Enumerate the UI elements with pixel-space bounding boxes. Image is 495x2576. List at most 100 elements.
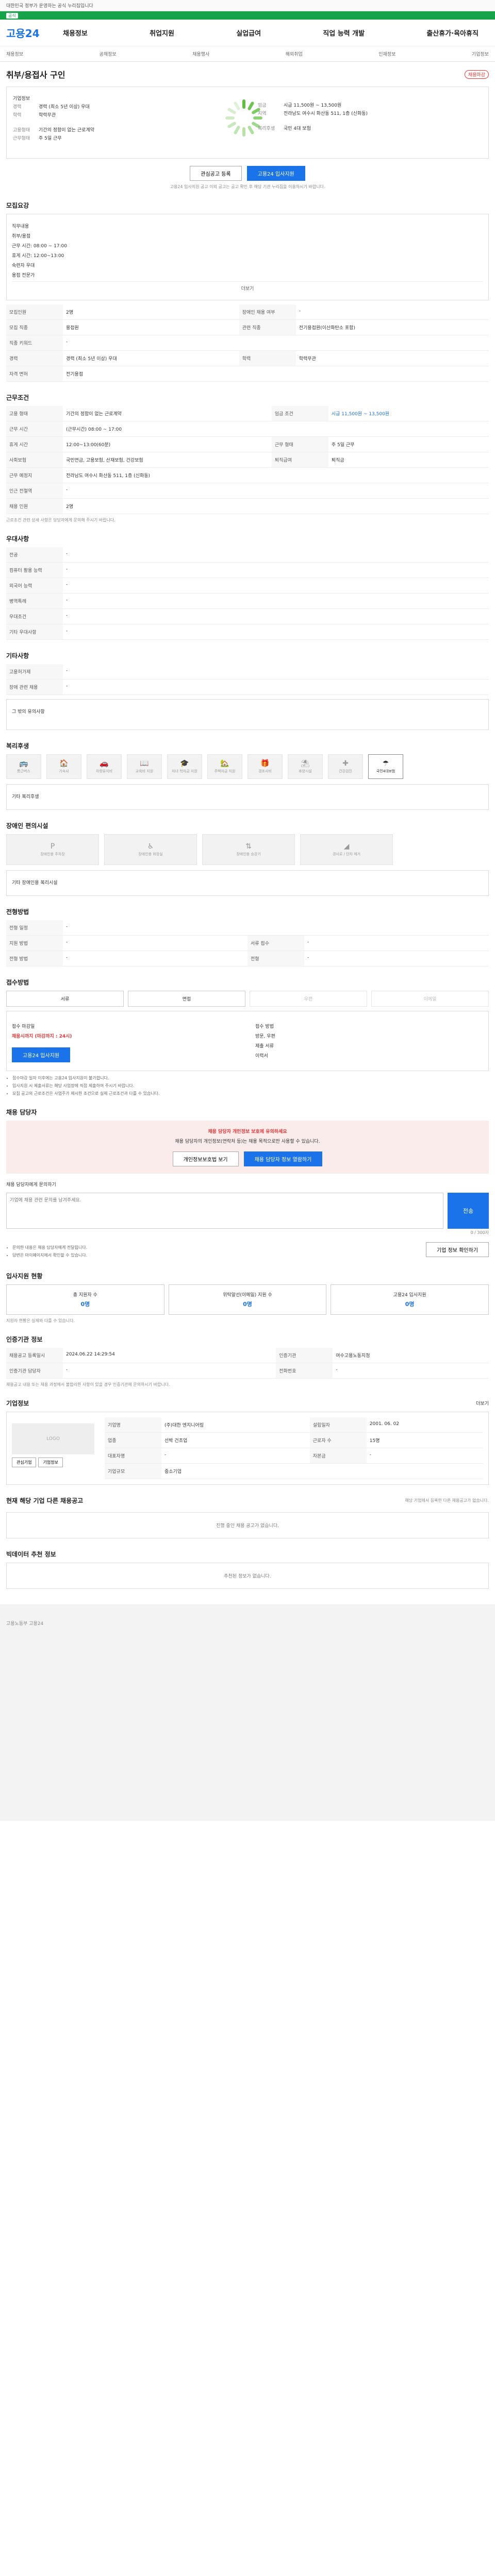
welfare-item: 🏠 기숙사: [46, 754, 81, 779]
company-more-link[interactable]: 더보기: [476, 1400, 489, 1406]
summary-field: 학력 학력무관: [13, 113, 56, 118]
health-icon: ✚: [342, 759, 349, 768]
apply-button-2[interactable]: 고용24 입사지원: [12, 1047, 71, 1062]
book-icon: 📖: [140, 759, 149, 768]
table-row: 기타 우대사항 -: [6, 624, 489, 640]
subnav-item[interactable]: 채용정보: [6, 50, 23, 57]
privacy-warning: 채용 담당자 개인정보 보호에 유의하세요 채용 담당자의 개인정보(연락처 등…: [6, 1121, 489, 1174]
graduation-icon: 🎓: [180, 759, 189, 768]
table-row: 기업명 (주)대한 엔지니어링 설립일자 2001. 06. 02: [105, 1417, 483, 1433]
fav-company-button[interactable]: 관심기업: [12, 1458, 37, 1467]
gnb-item-training[interactable]: 직업 능력 개발: [323, 28, 365, 38]
job-summary: 기업정보 경력 경력 (최소 5년 이상) 우대 학력 학력무관 고용형태 기간의 정…: [6, 87, 489, 159]
company-info-button[interactable]: 기업정보: [38, 1458, 63, 1467]
table-row: 휴게 시간 12:00~13:00(60분) 근무 형태 주 5일 근무: [6, 436, 489, 452]
table-row: 전형 방법 - 전형 -: [6, 951, 489, 967]
subnav-item[interactable]: 해외취업: [286, 50, 303, 57]
site-logo[interactable]: 고용24: [6, 25, 63, 40]
gnb-item-benefits[interactable]: 실업급여: [236, 28, 261, 38]
stat-total: 총 지원자 수 0명: [6, 1284, 164, 1315]
note-item: 문의한 내용은 채용 담당자에게 전달됩니다.: [12, 1245, 87, 1250]
duty-label: 직무내용: [12, 224, 29, 229]
duty-line: 휴게 시간: 12:00~13:00: [12, 253, 64, 259]
top-notice-text: 대한민국 정부가 운영하는 공식 누리집입니다: [6, 4, 93, 9]
welfare-item: 🎓 자녀 학자금 지원: [167, 754, 202, 779]
view-contact-button[interactable]: 채용 담당자 정보 열람하기: [243, 1151, 323, 1166]
table-row: 모집 직종 용접원 관련 직종 전기용접원(이산화탄소 포함): [6, 319, 489, 335]
table-row: 장애 관련 채용 -: [6, 679, 489, 695]
apply-method-value: 방문, 우편: [255, 1034, 275, 1039]
deadline-value: 채용시까지 (마감까지 : 24시): [12, 1034, 72, 1039]
prefer-table: 전공 - 컴퓨터 활용 능력 - 외국어 능력 - 병역특례 - 우대조건 - 기타 우대…: [6, 547, 489, 640]
gnb-item-support[interactable]: 취업지원: [150, 28, 174, 38]
welfare-item: 🎁 경조사비: [248, 754, 283, 779]
footer-text: 고용노동부 고용24: [6, 1621, 44, 1626]
conditions-footnote: 근로조건 관련 상세 사항은 담당자에게 문의해 주시기 바랍니다.: [6, 518, 116, 522]
facility-item: P 장애인용 주차장: [6, 834, 99, 865]
deadline-label: 접수 마감일: [12, 1024, 35, 1029]
welfare-other-label: 기타 복리후생: [12, 794, 39, 800]
subnav-item[interactable]: 채용행사: [192, 50, 209, 57]
subnav-item[interactable]: 기업정보: [472, 50, 489, 57]
welfare-item: 🏡 주택자금 지원: [207, 754, 242, 779]
welfare-other-box: 기타 복리후생: [6, 784, 489, 810]
process-table: 전형 일정 - 지원 방법 - 서류 접수 - 전형 방법 - 전형 -: [6, 920, 489, 967]
elevator-icon: ⇅: [245, 842, 252, 851]
welfare-icons: 🚌 통근버스 🏠 기숙사 🚗 차량유지비 📖 교육비 지원 🎓 자녀 학자금 지원 🏡 주택…: [6, 754, 489, 779]
qna-form: 전송: [6, 1193, 489, 1229]
method-post: 우편: [250, 991, 367, 1007]
table-row: 지원 방법 - 서류 접수 -: [6, 935, 489, 951]
stat-online: 고용24 입사지원 0명: [331, 1284, 489, 1315]
section-title-disability: 장애인 편의시설: [6, 822, 48, 829]
table-row: 대표자명 - 자본금 -: [105, 1448, 483, 1464]
qna-send-button[interactable]: 전송: [448, 1193, 489, 1229]
table-row: 모집인원 2명 장애인 채용 여부 -: [6, 304, 489, 320]
job-title: 취부/용접사 구인: [6, 70, 65, 80]
section-title-recommend: 빅데이터 추천 정보: [6, 1551, 56, 1558]
gnb-item-leave[interactable]: 출산휴가·육아휴직: [426, 28, 478, 38]
stats-row: 총 지원자 수 0명 위탁알선(이메일) 지원 수 0명 고용24 입사지원 0명: [6, 1284, 489, 1315]
similar-empty: 진행 중인 채용 공고가 없습니다.: [6, 1512, 489, 1538]
section-title-stats: 입사지원 현황: [6, 1273, 43, 1280]
section-title-welfare: 복리후생: [6, 742, 29, 750]
top-notice-bar: 대한민국 정부가 운영하는 공식 누리집입니다: [0, 0, 495, 11]
car-icon: 🚗: [100, 759, 109, 768]
table-row: 고용 형태 기간의 정함이 없는 근로계약 임금 조건 시급 11,500원 ~ 13…: [6, 406, 489, 421]
table-row: 컴퓨터 활용 능력 -: [6, 562, 489, 578]
note-item: 접수마감 일자 이후에는 고용24 입사지원이 불가합니다.: [12, 1075, 489, 1081]
apply-button[interactable]: 고용24 입사지원: [246, 166, 305, 181]
table-row: 외국어 능력 -: [6, 578, 489, 594]
company-table: 기업명 (주)대한 엔지니어링 설립일자 2001. 06. 02 업종 선박 건조업 근…: [105, 1417, 483, 1479]
etc-table: 고용허가제 - 장애 관련 채용 -: [6, 664, 489, 695]
table-row: 채용공고 등록일시 2024.06.22 14:29:54 인증기관 여수고용노동지청: [6, 1348, 489, 1363]
subnav-item[interactable]: 공채정보: [100, 50, 117, 57]
duty-line: 취부/용접: [12, 234, 31, 239]
table-row: 인근 전철역 -: [6, 483, 489, 499]
table-row: 업종 선박 건조업 근로자 수 15명: [105, 1432, 483, 1448]
subnav-item[interactable]: 인재정보: [378, 50, 395, 57]
loading-spinner-icon: [225, 99, 262, 137]
method-interview: 면접: [128, 991, 245, 1007]
note-item: 입사지원 시 제출서류는 해당 사업장에 직접 제출하여 주시기 바랍니다.: [12, 1083, 489, 1089]
table-row: 자격 면허 전기용접: [6, 366, 489, 382]
contact-notes: 문의한 내용은 채용 담당자에게 전달됩니다. 답변은 마이페이지에서 확인할 …: [6, 1243, 87, 1260]
summary-field: 근무형태 주 5일 근무: [13, 136, 62, 141]
more-button[interactable]: 더보기: [12, 281, 483, 292]
apply-method-label: 접수 방법: [255, 1024, 274, 1029]
welfare-item: 🚗 차량유지비: [87, 754, 122, 779]
summary-field: 경력 경력 (최소 5년 이상) 우대: [13, 105, 90, 110]
gnb-item-jobs[interactable]: 채용정보: [63, 28, 88, 38]
qna-input[interactable]: [6, 1193, 443, 1229]
summary-field: 복리후생 국민 4대 보험: [258, 126, 311, 131]
table-row: 전공 -: [6, 547, 489, 563]
sub-nav: 채용정보 공채정보 채용행사 해외취업 인재정보 기업정보: [0, 46, 495, 62]
table-row: 우대조건 -: [6, 608, 489, 624]
section-title-process: 전형방법: [6, 908, 29, 916]
note-item: 모집 공고의 근로조건은 사업주가 제시한 조건으로 실제 근로조건과 다를 수…: [12, 1091, 489, 1096]
check-company-button[interactable]: 기업 정보 확인하기: [426, 1242, 489, 1257]
etc-other-label: 그 밖의 유의사항: [12, 709, 45, 715]
docs-label: 제출 서류: [255, 1044, 274, 1049]
privacy-law-button[interactable]: 개인정보보호법 보기: [172, 1151, 239, 1166]
scrap-button[interactable]: 관심공고 등록: [190, 166, 242, 181]
welfare-item-active: ☂ 국민4대보험: [368, 754, 403, 779]
